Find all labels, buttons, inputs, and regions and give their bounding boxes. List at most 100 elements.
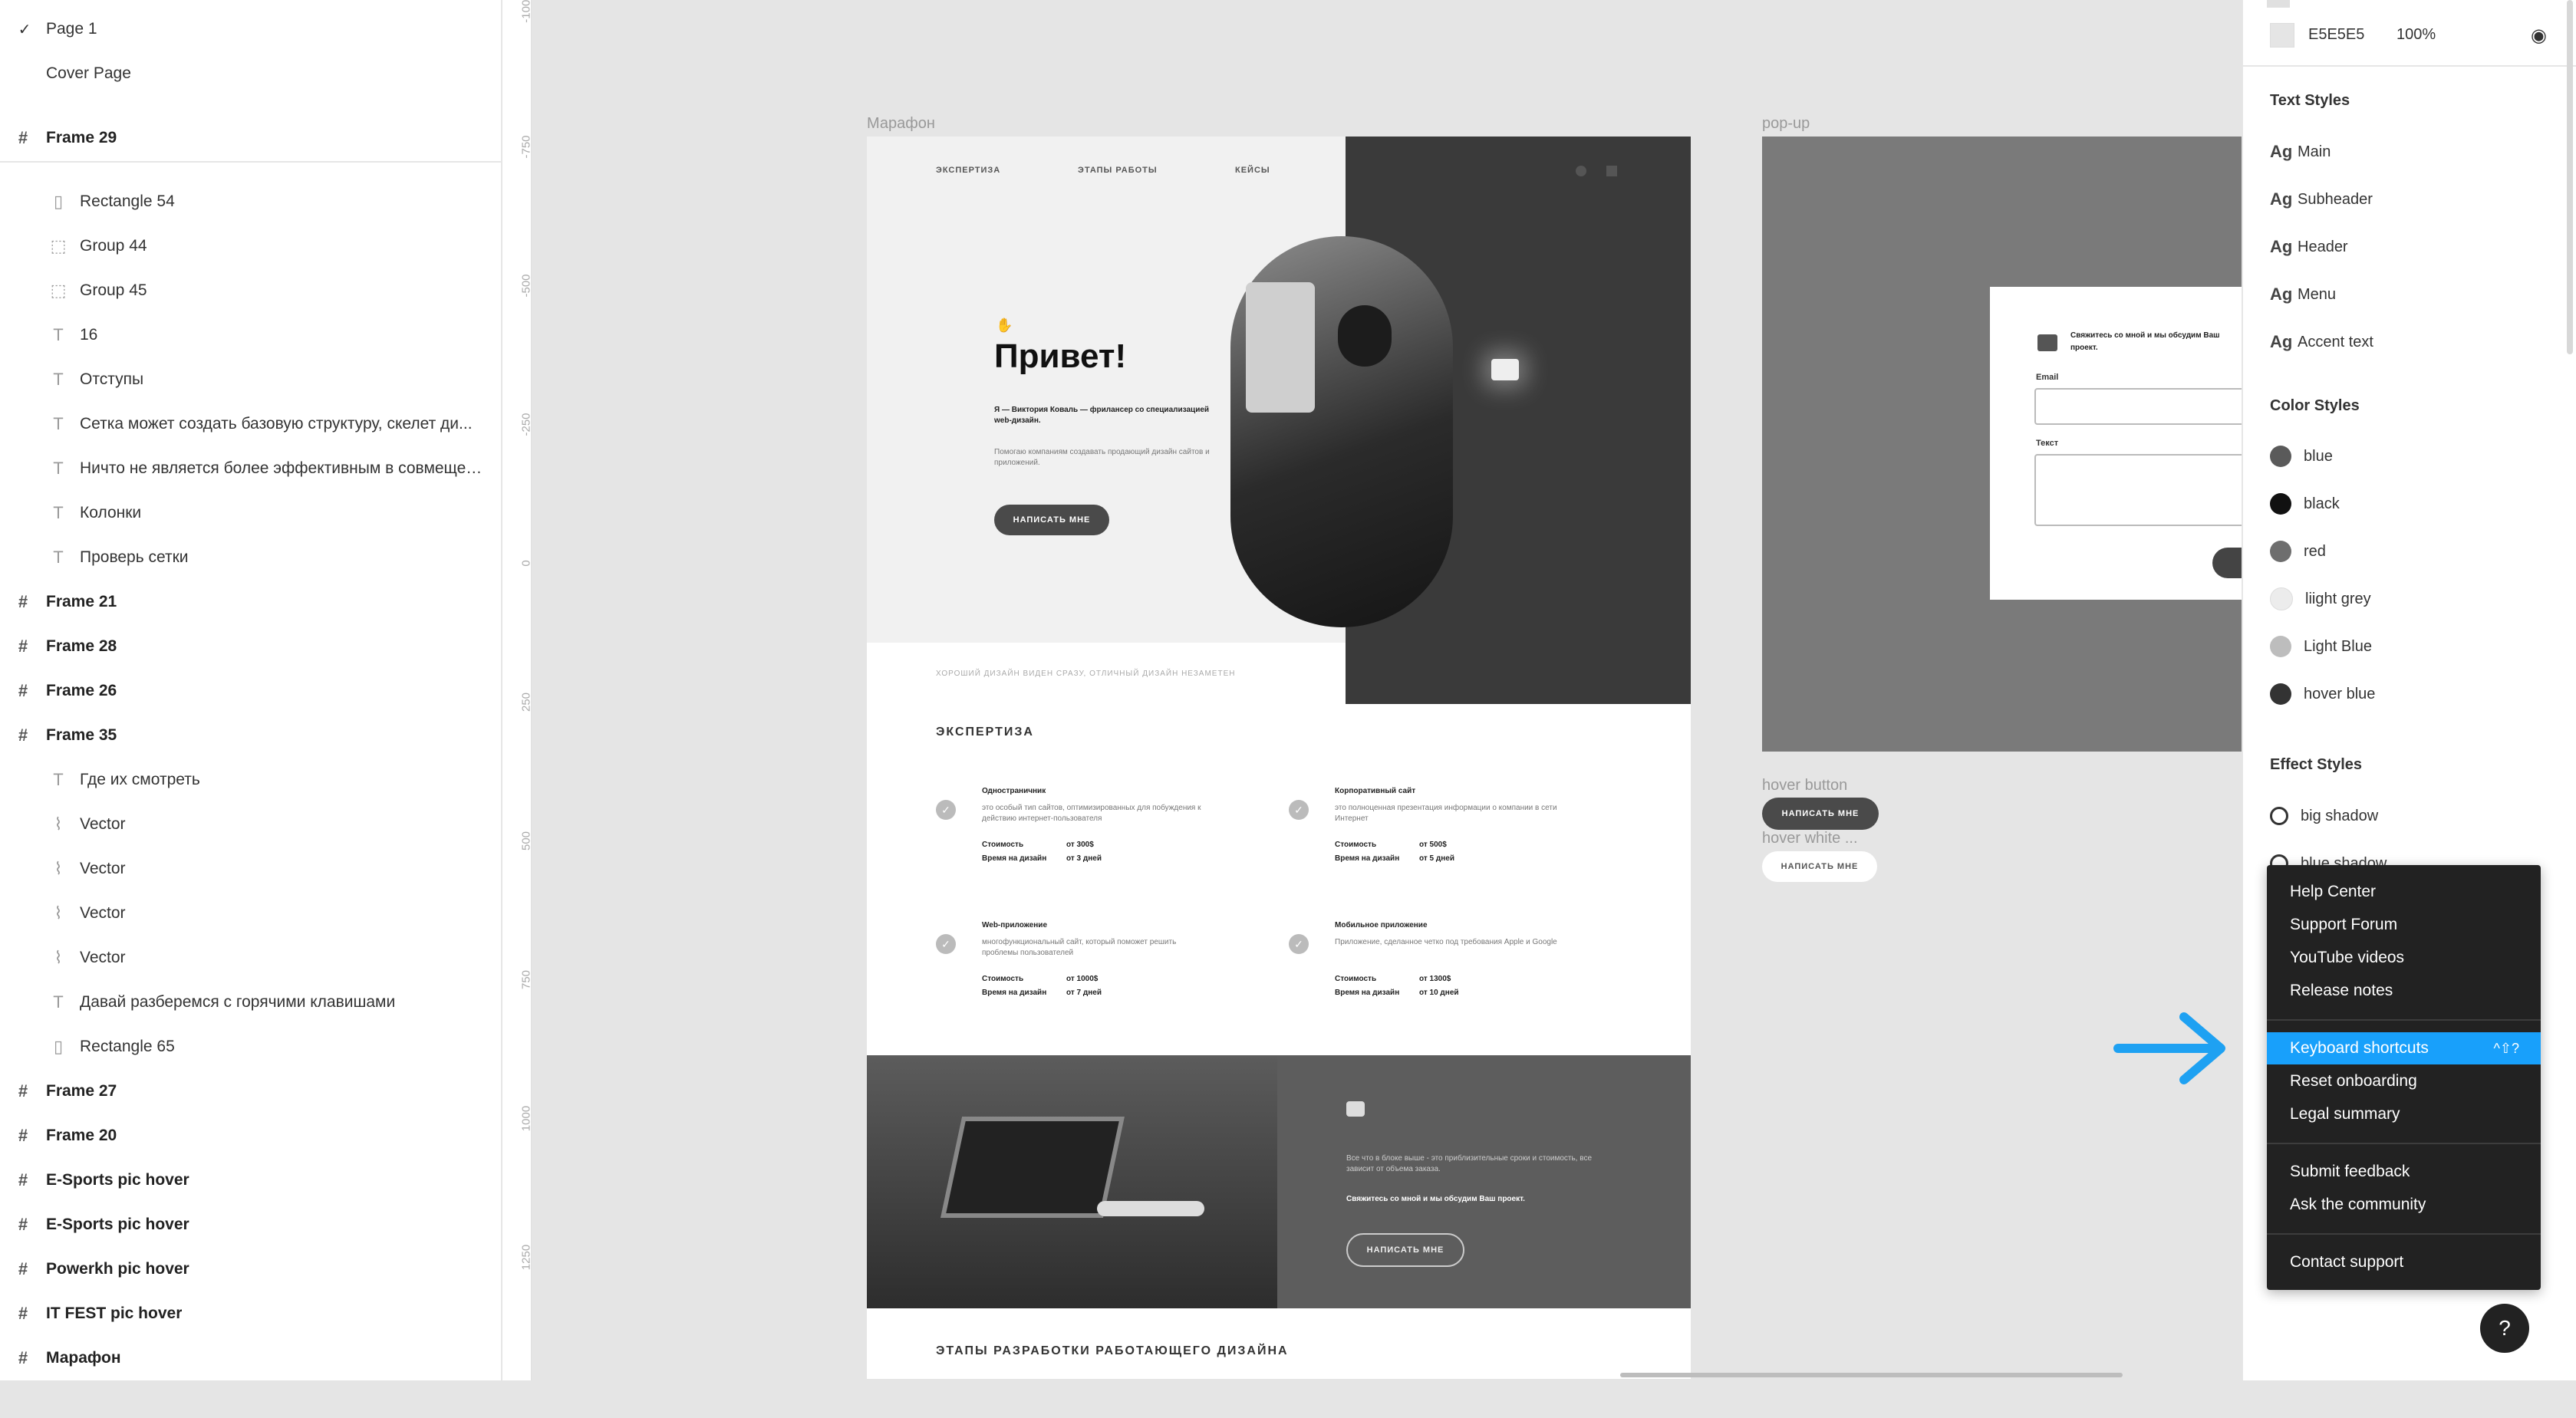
layer-item[interactable]: T Сетка может создать базовую структуру, … xyxy=(0,403,501,446)
layer-item[interactable]: T Давай разберемся с горячими клавишами xyxy=(0,981,501,1024)
help-menu-item[interactable]: Keyboard shortcuts ^⇧? xyxy=(2267,1032,2541,1064)
help-menu-item[interactable]: Support Forum xyxy=(2267,909,2541,941)
frame-label-popup[interactable]: pop-up xyxy=(1762,115,1810,133)
layer-label: Rectangle 54 xyxy=(80,192,175,210)
eye-icon[interactable]: ◉ xyxy=(2531,25,2547,47)
layers-panel: ✓ Page 1 Cover Page # Frame 29 ▯ Rectangl… xyxy=(0,0,502,1380)
fill-swatch[interactable] xyxy=(2270,23,2294,48)
layer-label: IT FEST pic hover xyxy=(46,1304,183,1322)
help-menu-item[interactable]: Submit feedback xyxy=(2267,1156,2541,1188)
layer-item[interactable]: T Где их смотреть xyxy=(0,758,501,801)
help-menu-item[interactable]: Reset onboarding xyxy=(2267,1065,2541,1097)
text-style-item[interactable]: Ag Accent text xyxy=(2270,327,2373,357)
layer-label: Vector xyxy=(80,860,126,877)
panel-scrollbar[interactable] xyxy=(2567,0,2573,354)
layer-item[interactable]: T Проверь сетки xyxy=(0,536,501,579)
frame-icon: # xyxy=(18,592,28,611)
page-item-cover-page[interactable]: Cover Page xyxy=(0,52,501,95)
coffee-cup-image xyxy=(1097,1201,1204,1216)
panel-top-edge xyxy=(2267,0,2290,8)
vector-layer-icon: ⌇ xyxy=(54,903,63,923)
menu-divider xyxy=(2267,1233,2541,1235)
text-style-label: Header xyxy=(2298,238,2348,255)
layer-frame[interactable]: # Frame 28 xyxy=(0,625,501,668)
layer-item[interactable]: T 16 xyxy=(0,314,501,357)
layer-item[interactable]: ▯ Rectangle 65 xyxy=(0,1025,501,1068)
text-style-item[interactable]: Ag Header xyxy=(2270,232,2348,262)
fill-hex[interactable]: E5E5E5 xyxy=(2308,26,2364,44)
frame-label-hover-button[interactable]: hover button xyxy=(1762,777,1847,795)
layer-frame[interactable]: # Марафон xyxy=(0,1337,501,1380)
text-field xyxy=(2034,454,2245,526)
card-time: от 10 дней xyxy=(1419,989,1459,997)
layer-item[interactable]: T Отступы xyxy=(0,358,501,401)
laptop-image xyxy=(867,1055,1277,1308)
color-style-label: black xyxy=(2304,495,2340,512)
color-style-item[interactable]: blue xyxy=(2270,441,2333,472)
shortcut-hint: ^⇧? xyxy=(2493,1040,2519,1056)
layer-frame[interactable]: # Powerkh pic hover xyxy=(0,1248,501,1291)
layer-frame[interactable]: # Frame 35 xyxy=(0,714,501,757)
layer-frame[interactable]: # IT FEST pic hover xyxy=(0,1292,501,1335)
color-style-item[interactable]: black xyxy=(2270,489,2340,519)
nav-item: ЭТАПЫ РАБОТЫ xyxy=(1078,166,1158,175)
layer-item[interactable]: ⌇ Vector xyxy=(0,803,501,846)
text-style-item[interactable]: Ag Subheader xyxy=(2270,184,2373,215)
color-styles-title: Color Styles xyxy=(2270,397,2360,414)
nav-item: ЭКСПЕРТИЗА xyxy=(936,166,1001,175)
layer-frame[interactable]: # E-Sports pic hover xyxy=(0,1203,501,1246)
vector-layer-icon: ⌇ xyxy=(54,948,63,967)
ruler-tick-label: 250 xyxy=(519,692,533,712)
effect-style-item[interactable]: big shadow xyxy=(2270,801,2378,831)
menu-item-label: Keyboard shortcuts xyxy=(2290,1039,2429,1057)
color-style-label: hover blue xyxy=(2304,685,2376,702)
layer-item[interactable]: ⌇ Vector xyxy=(0,847,501,890)
color-style-item[interactable]: Light Blue xyxy=(2270,631,2372,662)
frame-popup[interactable]: Свяжитесь со мной и мы обсудим Ваш проек… xyxy=(1762,137,2245,752)
color-style-item[interactable]: hover blue xyxy=(2270,679,2375,709)
menu-item-label: Submit feedback xyxy=(2290,1163,2410,1180)
layer-item[interactable]: ▯ Rectangle 54 xyxy=(0,180,501,223)
hover-white-button[interactable]: НАПИСАТЬ МНЕ xyxy=(1762,851,1877,882)
help-menu-item[interactable]: Ask the community xyxy=(2267,1189,2541,1221)
help-button[interactable]: ? xyxy=(2480,1304,2529,1353)
layer-label: Ничто не является более эффективным в со… xyxy=(80,459,486,477)
lamp-image xyxy=(1491,359,1519,380)
text-style-label: Subheader xyxy=(2298,190,2373,208)
help-menu-item[interactable]: Contact support xyxy=(2267,1246,2541,1278)
hover-button[interactable]: НАПИСАТЬ МНЕ xyxy=(1762,798,1879,830)
color-style-item[interactable]: red xyxy=(2270,536,2326,567)
frame-marathon[interactable]: ЭКСПЕРТИЗА ЭТАПЫ РАБОТЫ КЕЙСЫ ✋ Привет! … xyxy=(867,137,1691,1379)
text-style-item[interactable]: Ag Menu xyxy=(2270,279,2336,310)
help-menu-item[interactable]: Release notes xyxy=(2267,975,2541,1007)
layer-label: Колонки xyxy=(80,504,142,521)
fill-opacity[interactable]: 100% xyxy=(2396,26,2436,44)
layer-frame[interactable]: # Frame 26 xyxy=(0,670,501,712)
layer-frame[interactable]: # E-Sports pic hover xyxy=(0,1159,501,1202)
layer-item[interactable]: T Ничто не является более эффективным в с… xyxy=(0,447,501,490)
layer-item[interactable]: ⬚ Group 44 xyxy=(0,225,501,268)
layer-item[interactable]: ⬚ Group 45 xyxy=(0,269,501,312)
person-head-image xyxy=(1338,305,1392,367)
frame-label-marathon[interactable]: Марафон xyxy=(867,115,935,133)
layer-frame-29[interactable]: # Frame 29 xyxy=(0,117,501,160)
menu-item-label: Contact support xyxy=(2290,1253,2404,1271)
frame-label-hover-white[interactable]: hover white ... xyxy=(1762,830,1858,847)
layer-item[interactable]: T Колонки xyxy=(0,492,501,535)
layer-item[interactable]: ⌇ Vector xyxy=(0,892,501,935)
layer-frame[interactable]: # Frame 27 xyxy=(0,1070,501,1113)
hero-intro-2: Помогаю компаниям создавать продающий ди… xyxy=(994,448,1210,467)
card-title: Мобильное приложение xyxy=(1335,921,1428,929)
help-menu-item[interactable]: YouTube videos xyxy=(2267,942,2541,974)
color-style-item[interactable]: liight grey xyxy=(2270,584,2371,614)
page-item-page-1[interactable]: ✓ Page 1 xyxy=(0,8,501,51)
layer-frame[interactable]: # Frame 21 xyxy=(0,581,501,623)
frame-icon: # xyxy=(18,725,28,745)
ruler-tick-label: -250 xyxy=(519,413,533,436)
horizontal-scrollbar[interactable] xyxy=(1620,1373,2123,1377)
help-menu-item[interactable]: Legal summary xyxy=(2267,1098,2541,1130)
help-menu-item[interactable]: Help Center xyxy=(2267,876,2541,908)
layer-item[interactable]: ⌇ Vector xyxy=(0,936,501,979)
text-style-item[interactable]: Ag Main xyxy=(2270,137,2331,167)
layer-frame[interactable]: # Frame 20 xyxy=(0,1114,501,1157)
